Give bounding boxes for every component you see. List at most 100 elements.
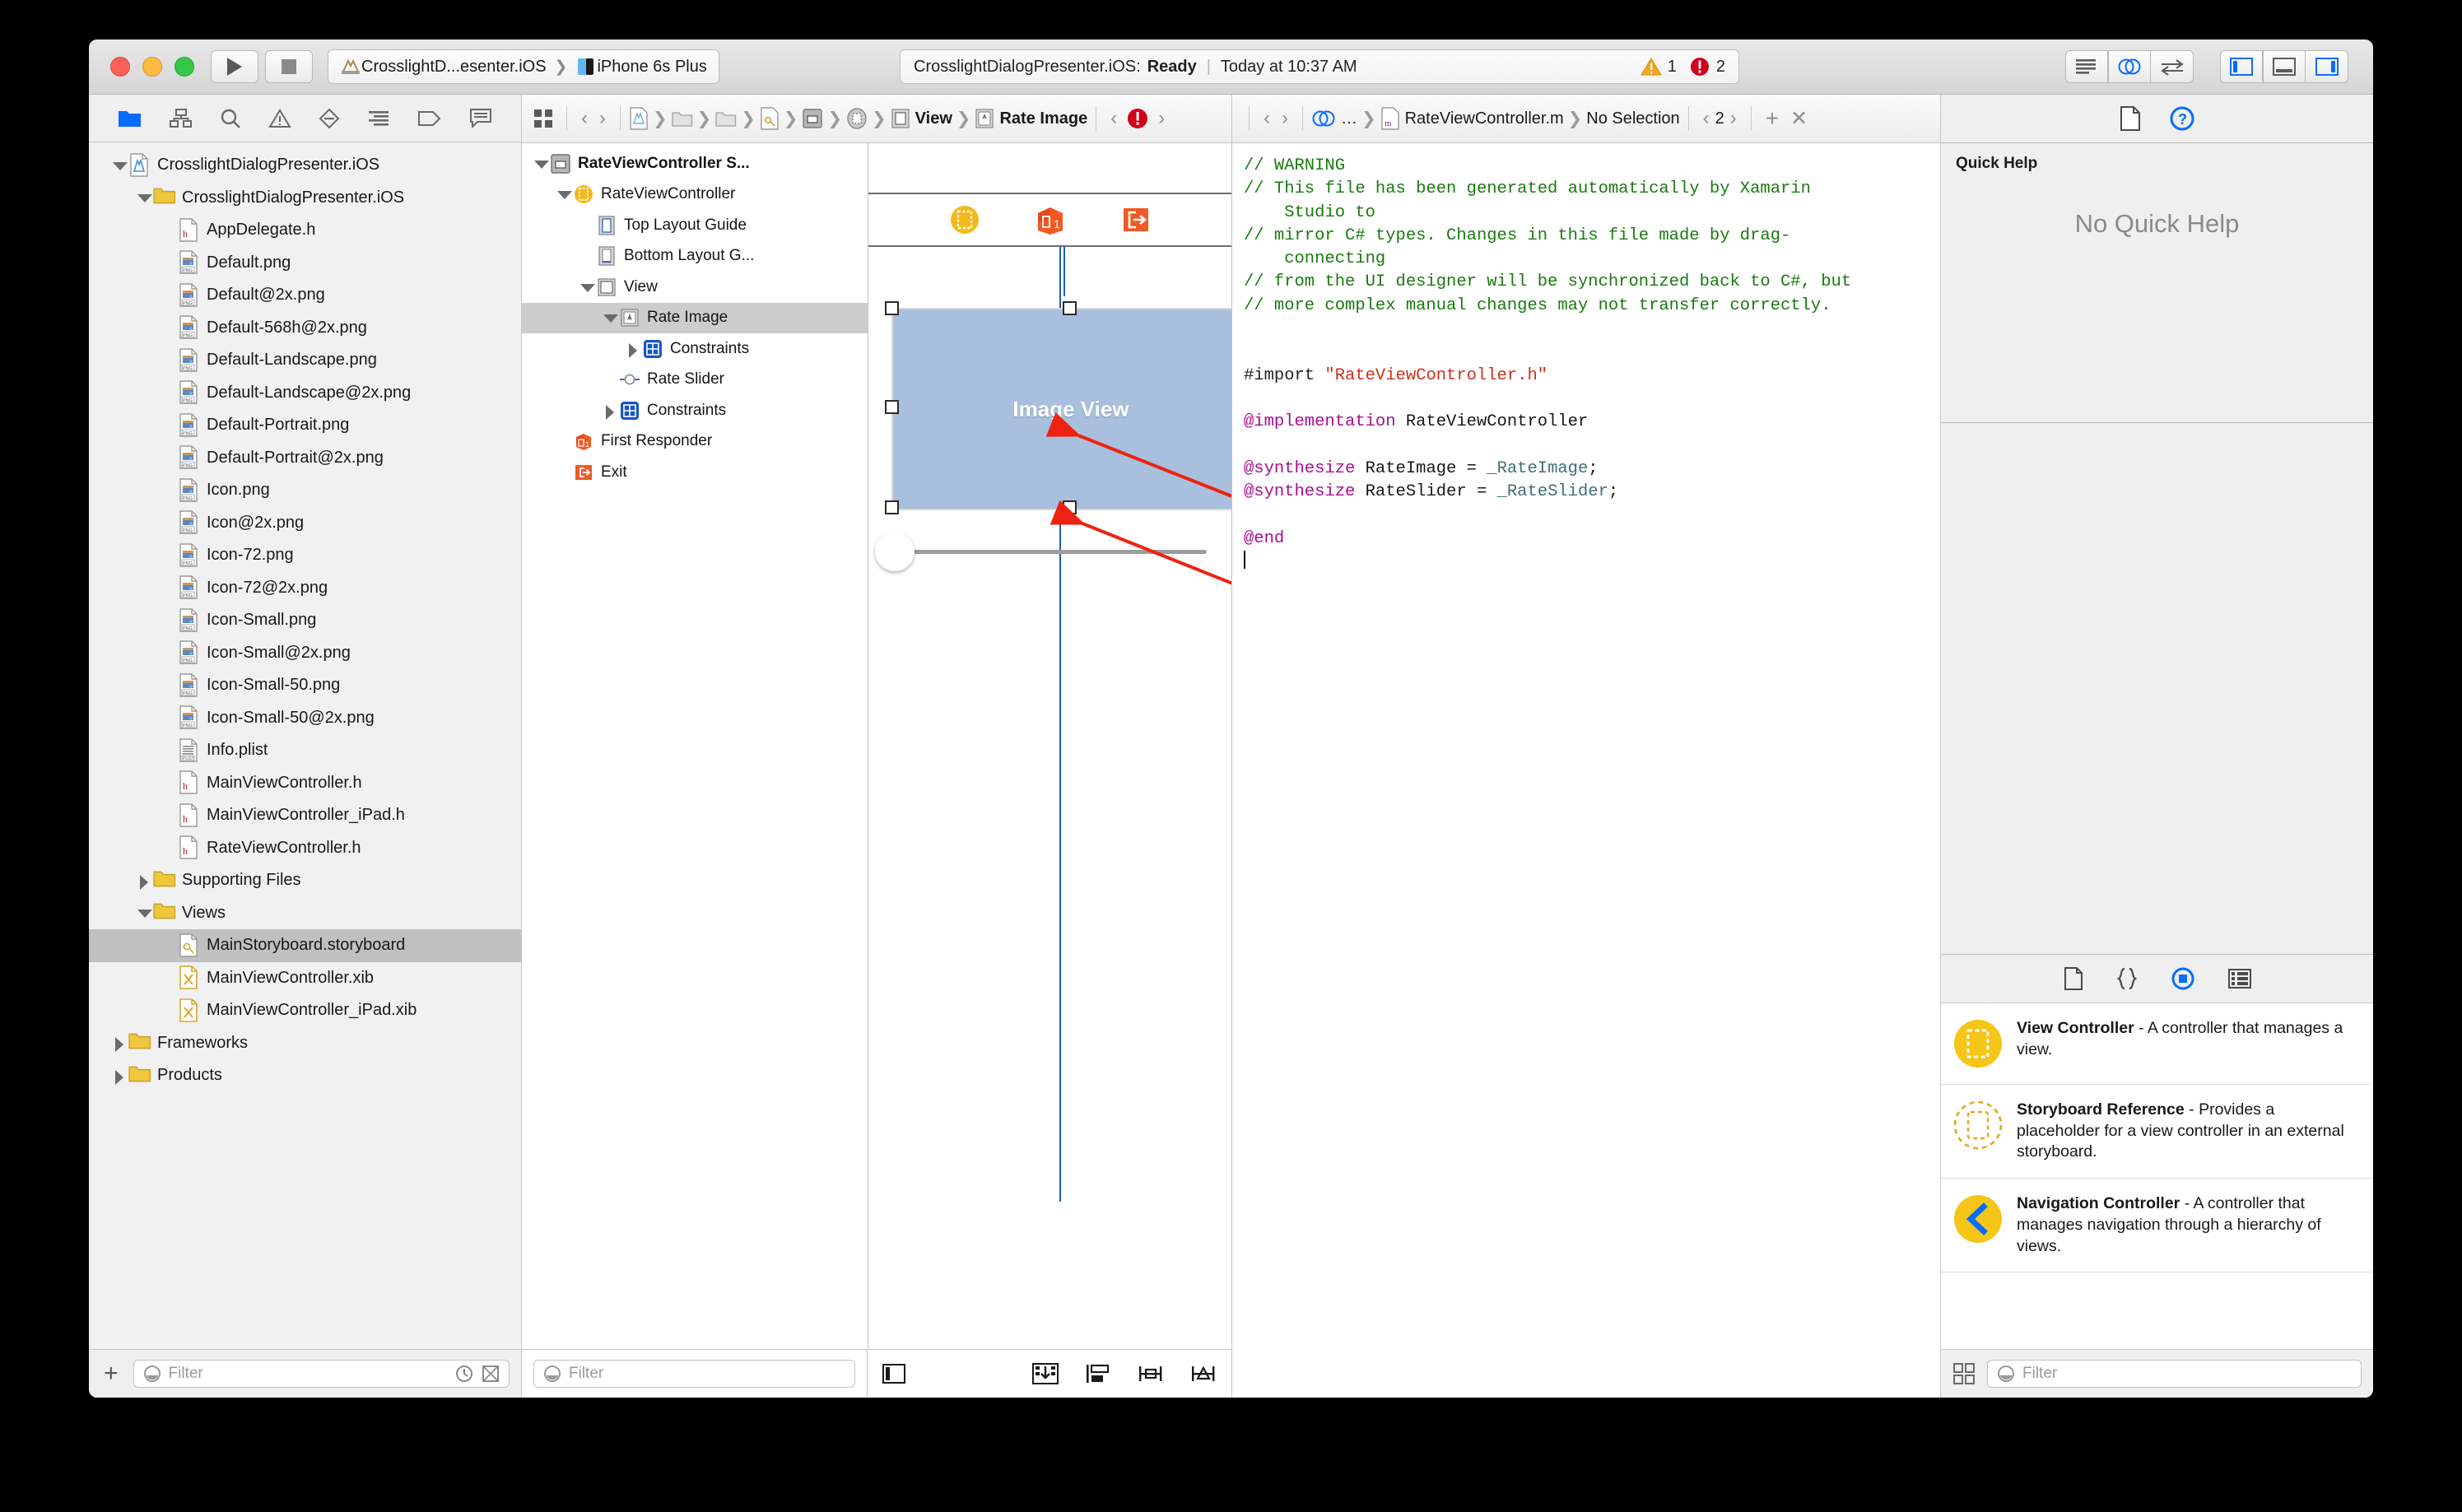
source-code-view[interactable]: // WARNING // This file has been generate… [1232,143,1940,1398]
disclosure-triangle-icon[interactable] [555,185,573,203]
file-tree-row[interactable]: PNG Default-568h@2x.png [89,312,521,345]
outline-filter-field[interactable]: Filter [533,1359,855,1388]
file-tree-row[interactable]: MainViewController.xib [89,962,521,995]
outline-row[interactable]: RateViewController [522,179,868,211]
disclosure-triangle-icon[interactable] [110,1034,128,1053]
folder-icon[interactable] [118,109,142,128]
jumpbar-error-badge-icon[interactable] [1123,107,1152,130]
jumpbar-crumb-view[interactable]: View [891,108,952,129]
document-icon[interactable] [2120,106,2141,131]
standard-editor-button[interactable] [2065,50,2108,83]
outline-row[interactable]: Constraints [522,395,868,426]
minimize-window-button[interactable] [142,57,162,77]
symbol-icon[interactable] [169,108,193,128]
outline-row[interactable]: Constraints [522,333,868,365]
related-items-icon[interactable] [530,109,558,128]
outline-row[interactable]: RateViewController S... [522,148,868,179]
disclosure-triangle-icon[interactable] [601,309,619,327]
assistant-counter-prev[interactable]: ‹ [1697,107,1715,130]
file-tree-row[interactable]: PNG Default-Landscape@2x.png [89,377,521,410]
file-tree-row[interactable]: PNG Default-Landscape.png [89,344,521,377]
outline-row[interactable]: Top Layout Guide [522,210,868,241]
file-tree-row[interactable]: CrosslightDialogPresenter.iOS [89,149,521,182]
tag-icon[interactable] [417,109,442,128]
auto-layout-resolve-icon[interactable] [1032,1363,1059,1384]
source-control-icon[interactable] [481,1364,500,1384]
handle-top-center[interactable] [1063,301,1077,315]
file-tree-row[interactable]: PNG Icon-72.png [89,539,521,572]
rate-image-view[interactable]: Image View [891,308,1231,510]
jumpbar-crumb-viewcontroller[interactable] [846,108,868,129]
outline-row[interactable]: Bottom Layout G... [522,241,868,272]
issue-counts[interactable]: 1 2 [1640,56,1725,77]
zoom-window-button[interactable] [175,57,194,77]
scheme-selector[interactable]: CrosslightD...esenter.iOS ❯ iPhone 6s Pl… [328,49,719,84]
storyboard-canvas[interactable]: 1 Image View [868,143,1231,1349]
search-icon[interactable] [220,108,241,129]
outline-row[interactable]: Rate Image [522,302,868,333]
disclosure-triangle-icon[interactable] [110,156,128,174]
stop-button[interactable] [265,50,313,83]
file-tree-row[interactable]: PNG Icon-Small.png [89,604,521,637]
disclosure-triangle-icon[interactable] [601,402,619,420]
media-library-icon[interactable] [2227,968,2251,989]
library-item[interactable]: Navigation Controller - A controller tha… [1941,1179,2373,1273]
warning-triangle-icon[interactable] [268,108,291,128]
help-circle-icon[interactable]: ? [2169,105,2195,132]
rate-slider-track[interactable] [891,550,1207,554]
navigator-filter-field[interactable]: Filter [133,1360,510,1388]
assistant-related-icon[interactable]: … [1311,109,1357,128]
file-tree-row[interactable]: PNG Icon-72@2x.png [89,572,521,605]
file-tree-row[interactable]: Frameworks [89,1027,521,1060]
outline-row[interactable]: Rate Slider [522,365,868,396]
speech-bubble-icon[interactable] [469,108,492,129]
file-tree-row[interactable]: Products [89,1059,521,1092]
jumpbar-crumb-scene[interactable] [802,108,823,129]
file-tree-row[interactable]: PNG Default-Portrait@2x.png [89,442,521,475]
storyboard-forward-button[interactable]: › [593,107,612,130]
library-item[interactable]: Storyboard Reference - Provides a placeh… [1941,1085,2373,1179]
storyboard-back-button[interactable]: ‹ [575,107,593,130]
file-tree-row[interactable]: h MainViewController_iPad.h [89,799,521,832]
issue-next-button[interactable]: › [1152,107,1170,130]
run-button[interactable] [211,50,258,83]
disclosure-triangle-icon[interactable] [624,340,642,358]
file-tree-row[interactable]: PNG Default@2x.png [89,279,521,312]
jumpbar-crumb-rate-image[interactable]: Rate Image [975,108,1087,129]
toggle-navigator-button[interactable] [2220,50,2263,83]
viewcontroller-dock-icon[interactable] [948,203,981,236]
exit-dock-icon[interactable] [1119,203,1152,236]
clock-icon[interactable] [454,1364,474,1384]
disclosure-triangle-icon[interactable] [135,904,153,922]
disclosure-triangle-icon[interactable] [578,278,596,296]
grid-layout-icon[interactable] [1952,1362,1976,1385]
library-item[interactable]: View Controller - A controller that mana… [1941,1003,2373,1085]
library-filter-field[interactable]: Filter [1987,1360,2362,1388]
file-tree-row[interactable]: h MainViewController.h [89,767,521,800]
source-forward-button[interactable]: › [1276,107,1294,130]
debug-lines-icon[interactable] [367,109,390,128]
file-tree-row[interactable]: h AppDelegate.h [89,214,521,247]
source-file-crumb[interactable]: m RateViewController.m [1380,107,1564,130]
jumpbar-crumb-project[interactable] [629,107,649,130]
file-tree-row[interactable]: Supporting Files [89,864,521,897]
handle-top-left[interactable] [885,301,899,315]
file-tree-row[interactable]: h RateViewController.h [89,832,521,865]
circle-square-icon[interactable] [2171,966,2195,991]
add-file-button[interactable]: + [100,1361,122,1386]
file-tree-row[interactable]: PNG Icon-Small@2x.png [89,637,521,670]
first-responder-dock-icon[interactable]: 1 [1034,203,1067,236]
version-editor-button[interactable] [2151,50,2194,83]
toggle-utilities-button[interactable] [2306,50,2348,83]
jumpbar-crumb-folder-1[interactable] [671,109,693,128]
handle-bottom-left[interactable] [885,500,899,514]
file-tree-row[interactable]: PNG Default.png [89,247,521,280]
toggle-debug-area-button[interactable] [2263,50,2306,83]
file-tree-row[interactable]: Views [89,897,521,930]
rate-slider-knob[interactable] [875,532,915,571]
source-back-button[interactable]: ‹ [1258,107,1276,130]
disclosure-triangle-icon[interactable] [135,872,153,890]
auto-layout-pin-icon[interactable] [1085,1363,1111,1384]
outline-row[interactable]: 1 First Responder [522,426,868,458]
document-outline-tree[interactable]: RateViewController S... RateViewControlle… [522,143,868,1349]
